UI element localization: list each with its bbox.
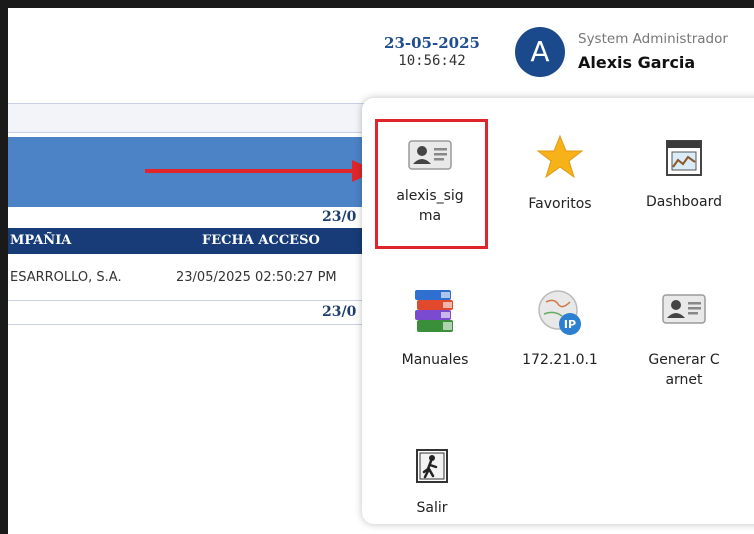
cell-access-date: 23/05/2025 02:50:27 PM — [176, 270, 337, 285]
books-icon — [415, 290, 453, 332]
menu-item-generar-carnet-label: Generar C arnet — [648, 352, 720, 388]
exit-door-icon — [416, 449, 448, 483]
star-icon — [536, 134, 584, 179]
menu-item-manuales[interactable]: Manuales — [375, 288, 495, 370]
table-header: MPAÑIA FECHA ACCESO — [8, 228, 388, 254]
dashboard-icon — [666, 140, 702, 176]
menu-item-salir-label: Salir — [416, 500, 448, 516]
menu-item-dashboard[interactable]: Dashboard — [624, 138, 744, 212]
menu-item-ip-label: 172.21.0.1 — [522, 352, 598, 368]
current-date: 23-05-2025 — [384, 34, 480, 52]
column-header-access-date[interactable]: FECHA ACCESO — [202, 233, 320, 248]
menu-item-favoritos[interactable]: Favoritos — [500, 134, 620, 214]
window-border-left — [0, 8, 8, 534]
row-divider — [8, 324, 388, 325]
highlight-box — [375, 119, 488, 249]
menu-item-generar-carnet[interactable]: Generar C arnet — [624, 294, 744, 390]
menu-item-salir[interactable]: Salir — [372, 448, 492, 518]
column-header-company[interactable]: MPAÑIA — [10, 233, 71, 248]
menu-item-dashboard-label: Dashboard — [646, 194, 722, 210]
table-date-top: 23/0 — [322, 209, 357, 225]
menu-item-ip-address[interactable]: IP 172.21.0.1 — [500, 288, 620, 370]
toolbar-strip — [8, 103, 388, 133]
window-border-top — [0, 0, 754, 8]
menu-item-manuales-label: Manuales — [401, 352, 469, 368]
annotation-arrow-shaft — [145, 169, 355, 173]
user-role: System Administrador — [578, 31, 728, 47]
table-date-bottom: 23/0 — [322, 304, 357, 320]
current-time: 10:56:42 — [398, 53, 466, 69]
ip-globe-icon: IP — [538, 290, 581, 335]
cell-company: ESARROLLO, S.A. — [10, 270, 122, 285]
row-divider — [8, 300, 388, 301]
id-card-icon — [662, 294, 706, 324]
datetime-display: 23-05-2025 10:56:42 — [370, 34, 494, 69]
svg-text:IP: IP — [564, 318, 576, 331]
menu-item-favoritos-label: Favoritos — [528, 196, 592, 212]
user-name[interactable]: Alexis Garcia — [578, 53, 695, 72]
avatar[interactable]: A — [515, 27, 565, 77]
